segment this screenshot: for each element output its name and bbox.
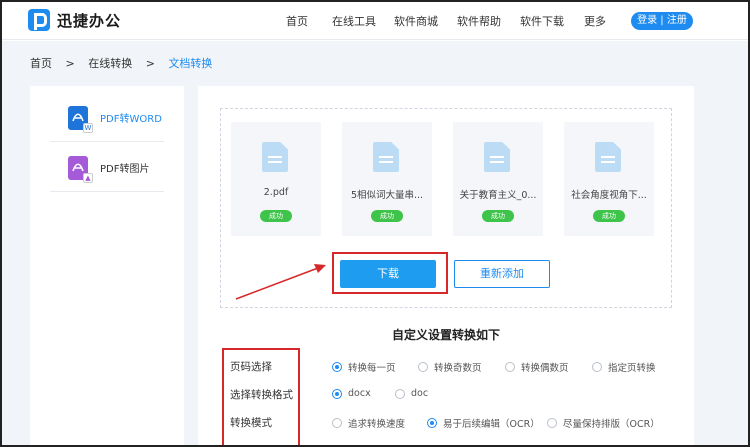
radio-button[interactable]: [547, 418, 557, 428]
file-card[interactable]: 2.pdf 成功: [231, 122, 321, 236]
radio-button[interactable]: [592, 362, 602, 372]
radio-button[interactable]: [505, 362, 515, 372]
radio-convert-specified-pages[interactable]: 指定页转换: [592, 360, 656, 374]
file-name: 社会角度视角下...: [571, 190, 647, 201]
nav-item-download[interactable]: 软件下载: [520, 13, 564, 29]
radio-button[interactable]: [395, 388, 405, 399]
logo-text: 迅捷办公: [57, 11, 122, 30]
radio-button[interactable]: [332, 362, 342, 372]
file-card[interactable]: 5相似词大量串... 成功: [342, 122, 432, 236]
nav-item-help[interactable]: 软件帮助: [457, 13, 501, 29]
radio-convert-odd-pages[interactable]: 转换奇数页: [418, 360, 482, 374]
radio-button[interactable]: [332, 388, 342, 399]
option-label: 转换每一页: [348, 363, 396, 374]
sidebar-item-label: PDF转图片: [100, 164, 150, 175]
nav-item-software-mall[interactable]: 软件商城: [394, 13, 438, 29]
breadcrumb-separator: >: [145, 57, 155, 70]
main-panel: 2.pdf 成功 5相似词大量串... 成功 关于教育主义_0... 成功 社会…: [198, 86, 694, 447]
document-icon: [484, 142, 510, 172]
conversion-mode-label: 转换模式: [230, 417, 272, 429]
sidebar-item-pdf-to-image[interactable]: ▲ PDF转图片: [50, 144, 164, 192]
pdf-to-image-icon: ▲: [68, 155, 93, 183]
logo-icon: [28, 9, 50, 31]
breadcrumb-home[interactable]: 首页: [30, 57, 52, 70]
radio-button[interactable]: [427, 418, 437, 428]
page-selection-label: 页码选择: [230, 361, 272, 373]
top-header: 迅捷办公 首页 在线工具 软件商城 软件帮助 软件下载 更多 登录 | 注册: [2, 2, 748, 40]
download-button[interactable]: 下载: [340, 260, 436, 288]
breadcrumb-online-convert[interactable]: 在线转换: [88, 57, 132, 70]
document-icon: [262, 142, 288, 172]
page-body: 首页 > 在线转换 > 文档转换 W PDF转WORD ▲ PDF转图片 2.p…: [2, 41, 748, 447]
settings-title: 自定义设置转换如下: [391, 328, 500, 342]
document-icon: [373, 142, 399, 172]
login-register-button[interactable]: 登录 | 注册: [631, 12, 693, 30]
option-label: 指定页转换: [608, 363, 656, 374]
format-selection-label: 选择转换格式: [230, 389, 293, 401]
breadcrumb-current: 文档转换: [168, 57, 213, 70]
option-label: doc: [411, 388, 429, 399]
status-badge: 成功: [260, 210, 292, 222]
breadcrumb: 首页 > 在线转换 > 文档转换: [30, 55, 222, 71]
radio-button[interactable]: [332, 418, 342, 428]
status-badge: 成功: [593, 210, 625, 222]
nav-item-home[interactable]: 首页: [286, 13, 308, 29]
radio-convert-every-page[interactable]: 转换每一页: [332, 360, 396, 374]
logo[interactable]: 迅捷办公: [28, 9, 121, 31]
nav-item-more[interactable]: 更多: [584, 13, 606, 29]
option-label: 转换奇数页: [434, 363, 482, 374]
radio-mode-layout-ocr[interactable]: 尽量保持排版（OCR）: [547, 416, 660, 430]
radio-mode-speed[interactable]: 追求转换速度: [332, 416, 405, 430]
status-badge: 成功: [482, 210, 514, 222]
option-label: 尽量保持排版（OCR）: [563, 419, 660, 430]
file-list: 2.pdf 成功 5相似词大量串... 成功 关于教育主义_0... 成功 社会…: [220, 108, 672, 308]
sidebar-item-pdf-to-word[interactable]: W PDF转WORD: [50, 94, 164, 142]
sidebar: W PDF转WORD ▲ PDF转图片: [30, 86, 184, 447]
radio-button[interactable]: [418, 362, 428, 372]
option-label: 易于后续编辑（OCR）: [443, 419, 540, 430]
file-card[interactable]: 关于教育主义_0... 成功: [453, 122, 543, 236]
radio-mode-editable-ocr[interactable]: 易于后续编辑（OCR）: [427, 416, 540, 430]
option-label: docx: [348, 388, 371, 399]
option-label: 追求转换速度: [348, 419, 406, 430]
pdf-to-word-icon: W: [68, 105, 93, 133]
document-icon: [595, 142, 621, 172]
radio-format-docx[interactable]: docx: [332, 388, 371, 399]
sidebar-item-label: PDF转WORD: [100, 114, 162, 125]
file-name: 2.pdf: [263, 187, 289, 198]
readd-button[interactable]: 重新添加: [454, 260, 550, 288]
file-name: 关于教育主义_0...: [459, 190, 537, 201]
radio-convert-even-pages[interactable]: 转换偶数页: [505, 360, 569, 374]
breadcrumb-separator: >: [65, 57, 75, 70]
status-badge: 成功: [371, 210, 403, 222]
file-name: 5相似词大量串...: [350, 190, 424, 201]
radio-format-doc[interactable]: doc: [395, 388, 428, 399]
nav-item-online-tools[interactable]: 在线工具: [332, 13, 376, 29]
file-card[interactable]: 社会角度视角下... 成功: [564, 122, 654, 236]
option-label: 转换偶数页: [521, 363, 569, 374]
